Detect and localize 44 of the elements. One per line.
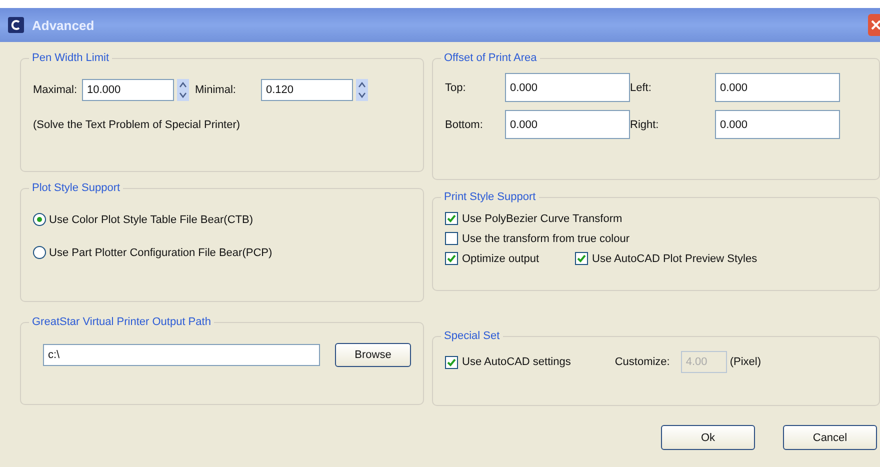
- group-title: Pen Width Limit: [29, 52, 112, 64]
- checkbox-label: Use PolyBezier Curve Transform: [462, 212, 622, 224]
- radio-button[interactable]: [33, 213, 46, 226]
- window-title: Advanced: [32, 18, 96, 32]
- group-title: Print Style Support: [441, 191, 539, 203]
- checkbox[interactable]: [445, 356, 458, 368]
- radio-button[interactable]: [33, 246, 46, 259]
- option-label: Use Color Plot Style Table File Bear(CTB): [49, 214, 253, 226]
- input-field[interactable]: 0.000: [505, 110, 630, 139]
- spinner-icon[interactable]: [356, 79, 368, 101]
- input-field[interactable]: 0.000: [715, 110, 840, 139]
- checkbox-label: Optimize output: [462, 252, 540, 264]
- field-label: Minimal:: [195, 84, 237, 96]
- field-label: Bottom:: [445, 118, 484, 130]
- input-field[interactable]: 0.000: [715, 73, 840, 102]
- field-label: Right:: [630, 118, 660, 130]
- checkbox[interactable]: [445, 212, 458, 225]
- dialog-button[interactable]: Cancel: [783, 425, 877, 450]
- unit-label: (Pixel): [730, 356, 762, 368]
- field-label: Customize:: [614, 356, 671, 368]
- browse-button[interactable]: Browse: [335, 343, 411, 367]
- note-text: (Solve the Text Problem of Special Printer): [33, 119, 242, 131]
- checkbox[interactable]: [445, 252, 458, 265]
- checkbox-label: Use AutoCAD Plot Preview Styles: [592, 252, 758, 264]
- group-title: Special Set: [441, 330, 503, 342]
- dialog-button[interactable]: Ok: [661, 425, 755, 450]
- group-title: Plot Style Support: [29, 182, 124, 194]
- field-label: Maximal:: [33, 84, 78, 96]
- option-label: Use Part Plotter Configuration File Bear(PCP): [49, 246, 272, 258]
- group-title: Offset of Print Area: [441, 52, 540, 64]
- checkbox-label: Use AutoCAD settings: [462, 356, 571, 368]
- field-label: Top:: [445, 82, 467, 94]
- field-label: Left:: [630, 82, 652, 94]
- checkbox[interactable]: [445, 232, 458, 245]
- input-field[interactable]: 0.120: [261, 79, 353, 101]
- close-icon[interactable]: [868, 14, 880, 36]
- spinner-icon[interactable]: [177, 79, 189, 101]
- checkbox-label: Use the transform from true colour: [462, 232, 630, 244]
- app-icon: [8, 17, 24, 33]
- group-title: GreatStar Virtual Printer Output Path: [29, 316, 214, 328]
- input-field[interactable]: 0.000: [505, 73, 630, 102]
- path-field[interactable]: c:\: [43, 344, 320, 366]
- input-field[interactable]: 10.000: [82, 79, 174, 101]
- checkbox[interactable]: [575, 252, 588, 265]
